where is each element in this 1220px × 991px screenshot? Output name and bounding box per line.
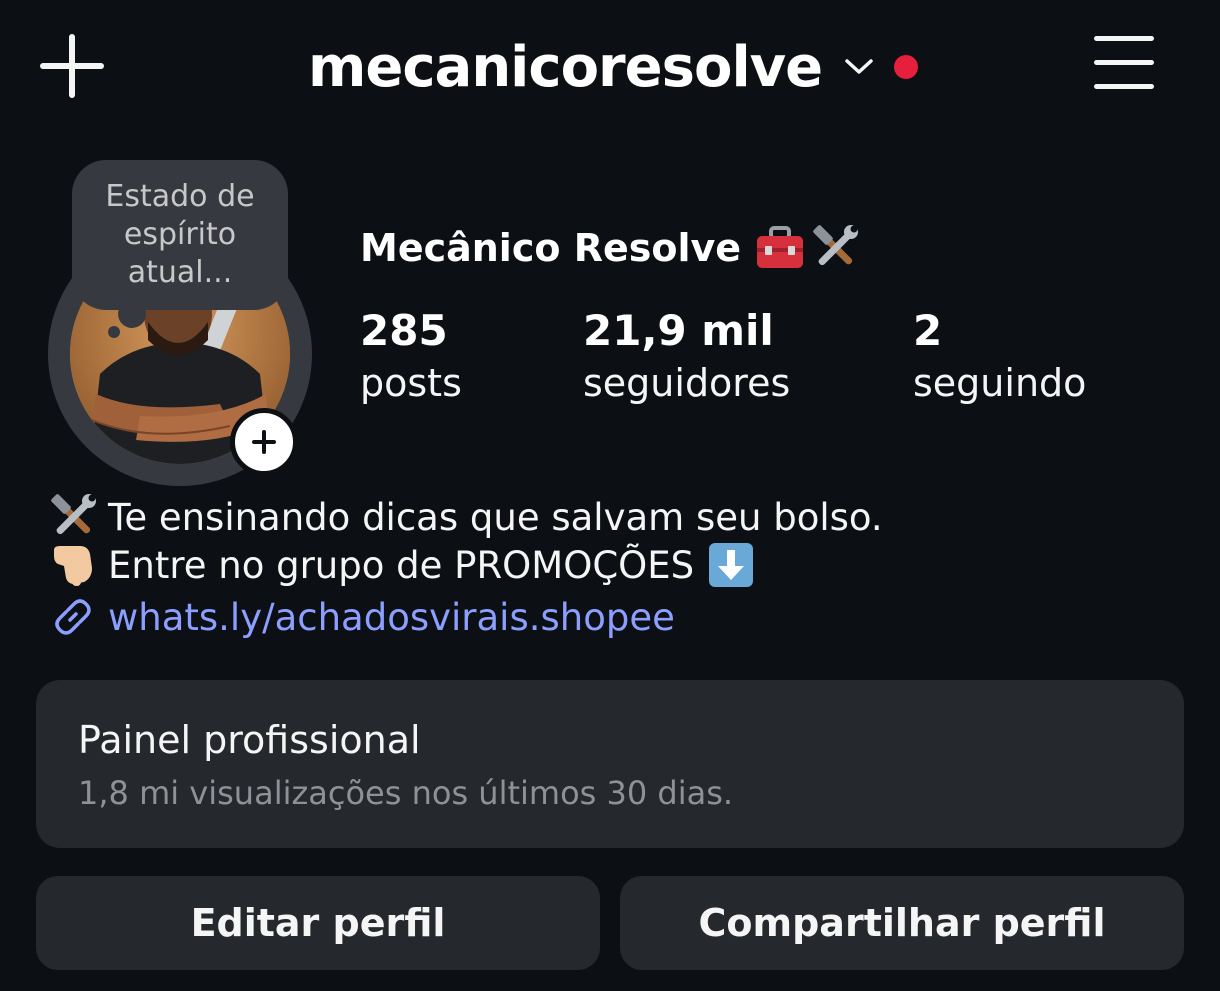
hammer-and-wrench-icon	[48, 494, 98, 540]
bio-text-2: Entre no grupo de PROMOÇÕES	[108, 543, 695, 587]
down-arrow-icon	[708, 542, 754, 588]
stat-posts[interactable]: 285 posts	[360, 306, 462, 410]
pointing-down-hand-icon	[48, 542, 98, 588]
name-emojis	[755, 224, 859, 272]
note-bubble-tail-small	[108, 326, 120, 338]
bio-link[interactable]: whats.ly/achadosvirais.shopee	[48, 592, 675, 642]
bio-line-2: Entre no grupo de PROMOÇÕES	[48, 542, 754, 588]
create-plus-icon[interactable]	[36, 30, 108, 102]
profile-screen: mecanicoresolve Estado de espírito atual…	[0, 0, 1220, 991]
bio-text-1: Te ensinando dicas que salvam seu bolso.	[108, 495, 883, 539]
note-bubble-tail	[118, 300, 146, 328]
notification-dot	[894, 55, 919, 79]
note-bubble[interactable]: Estado de espírito atual...	[72, 160, 288, 310]
top-bar: mecanicoresolve	[0, 0, 1220, 130]
chevron-down-icon	[842, 50, 876, 84]
add-story-plus-icon[interactable]	[230, 408, 298, 476]
display-name-text: Mecânico Resolve	[360, 226, 742, 270]
profile-display-name: Mecânico Resolve	[360, 224, 859, 272]
followers-count: 21,9 mil	[583, 306, 774, 355]
share-profile-button[interactable]: Compartilhar perfil	[620, 876, 1184, 970]
toolbox-icon	[757, 226, 804, 268]
following-label: seguindo	[913, 361, 1087, 405]
note-text: Estado de espírito atual...	[105, 179, 255, 290]
bio-line-1: Te ensinando dicas que salvam seu bolso.	[48, 494, 883, 540]
account-switcher[interactable]: mecanicoresolve	[308, 22, 919, 112]
edit-profile-button[interactable]: Editar perfil	[36, 876, 600, 970]
hammer-and-wrench-icon	[813, 225, 859, 266]
professional-dashboard[interactable]: Painel profissional 1,8 mi visualizações…	[36, 680, 1184, 848]
username: mecanicoresolve	[308, 34, 823, 100]
stat-following[interactable]: 2 seguindo	[913, 306, 1086, 410]
dashboard-title: Painel profissional	[78, 718, 421, 762]
posts-count: 285	[360, 306, 448, 355]
posts-label: posts	[360, 361, 462, 405]
stat-followers[interactable]: 21,9 mil seguidores	[583, 306, 790, 410]
followers-label: seguidores	[583, 361, 791, 405]
link-icon	[55, 599, 91, 635]
menu-hamburger-icon[interactable]	[1090, 32, 1158, 96]
following-count: 2	[913, 306, 943, 355]
dashboard-subtitle: 1,8 mi visualizações nos últimos 30 dias…	[78, 774, 734, 812]
bio-link-text: whats.ly/achadosvirais.shopee	[108, 595, 675, 639]
